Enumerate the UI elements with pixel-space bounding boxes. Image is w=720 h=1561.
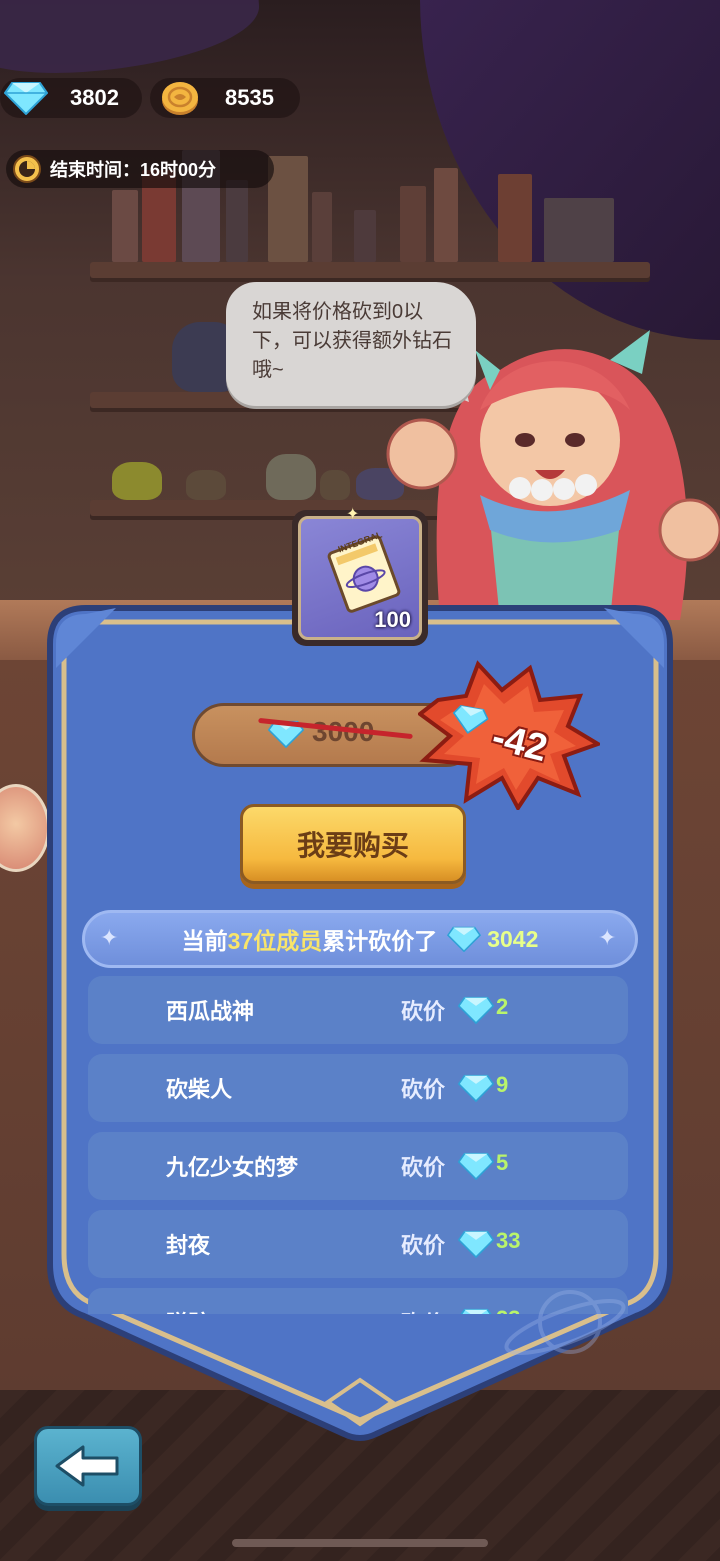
list-item: 九亿少女的梦 砍价 5: [88, 1132, 628, 1200]
sparkle-icon: ✦: [598, 926, 617, 951]
coin-icon: [162, 82, 198, 115]
summary-prefix: 当前: [181, 928, 228, 954]
summary-total: 3042: [487, 925, 539, 952]
diamond-counter[interactable]: 3802: [0, 78, 142, 118]
item-card[interactable]: INTEGRAL 100 ✦: [292, 504, 428, 646]
cut-label: 砍价: [401, 1233, 446, 1258]
diamond-icon: [460, 1308, 492, 1314]
sparkle-icon: ✦: [100, 926, 119, 951]
member-name: 封夜: [166, 1233, 211, 1258]
item-count: 100: [374, 607, 411, 632]
list-item: 砍柴人 砍价 9: [88, 1054, 628, 1122]
diamond-icon: [458, 1152, 494, 1180]
back-button[interactable]: [34, 1426, 142, 1506]
speech-bubble: 如果将价格砍到0以下，可以获得额外钻石哦~: [226, 282, 476, 406]
buy-button[interactable]: 我要购买: [240, 804, 466, 884]
diamond-icon: [4, 82, 48, 115]
diamond-icon: [458, 1074, 494, 1102]
shelf-top: [90, 262, 650, 278]
diamond-icon: [458, 1230, 494, 1258]
buy-button-label: 我要购买: [296, 830, 409, 861]
clock-icon: [13, 155, 41, 183]
coin-amount: 8535: [225, 85, 274, 110]
cut-label: 砍价: [401, 999, 446, 1024]
home-indicator[interactable]: [232, 1539, 488, 1547]
member-name: 砍柴人: [166, 1077, 233, 1102]
diamond-icon: [452, 705, 489, 735]
diamond-amount: 3802: [70, 85, 119, 110]
cut-amount: 9: [496, 1072, 509, 1097]
cut-label: 砍价: [401, 1077, 446, 1102]
member-name: 九亿少女的梦: [166, 1155, 299, 1180]
cut-list[interactable]: 西瓜战神 砍价 2 砍柴人 砍价 9 九亿少女的梦 砍价 5 封夜 砍价 33 …: [88, 976, 628, 1314]
cut-amount: 5: [496, 1150, 509, 1175]
arrow-left-icon: [55, 1445, 119, 1487]
list-item: 西瓜战神 砍价 2: [88, 976, 628, 1044]
list-item: 封夜 砍价 33: [88, 1210, 628, 1278]
summary-suffix: 累计砍价了: [322, 928, 438, 954]
cut-amount: 2: [496, 994, 509, 1019]
speech-text: 如果将价格砍到0以下，可以获得额外钻石哦~: [252, 301, 452, 381]
coin-counter[interactable]: 8535: [150, 78, 300, 118]
timer-text: 结束时间：16时00分: [50, 160, 217, 180]
item-slot: INTEGRAL 100: [298, 516, 422, 640]
diamond-icon: [447, 926, 482, 952]
sparkle-icon: ✦: [346, 504, 360, 523]
cut-label: 砍价: [401, 1306, 445, 1314]
diamond-icon: [458, 996, 494, 1024]
cut-label: 砍价: [401, 1155, 446, 1180]
member-name: 蹉跎: [166, 1306, 210, 1314]
cut-summary: 当前 37位成员 累计砍价了 3042: [82, 910, 638, 968]
summary-member-count: 37位成员: [227, 928, 323, 954]
planet-watermark-icon: [504, 1290, 626, 1355]
event-timer: 结束时间：16时00分: [6, 150, 274, 188]
member-name: 西瓜战神: [166, 999, 255, 1024]
cut-amount: 33: [496, 1228, 521, 1253]
